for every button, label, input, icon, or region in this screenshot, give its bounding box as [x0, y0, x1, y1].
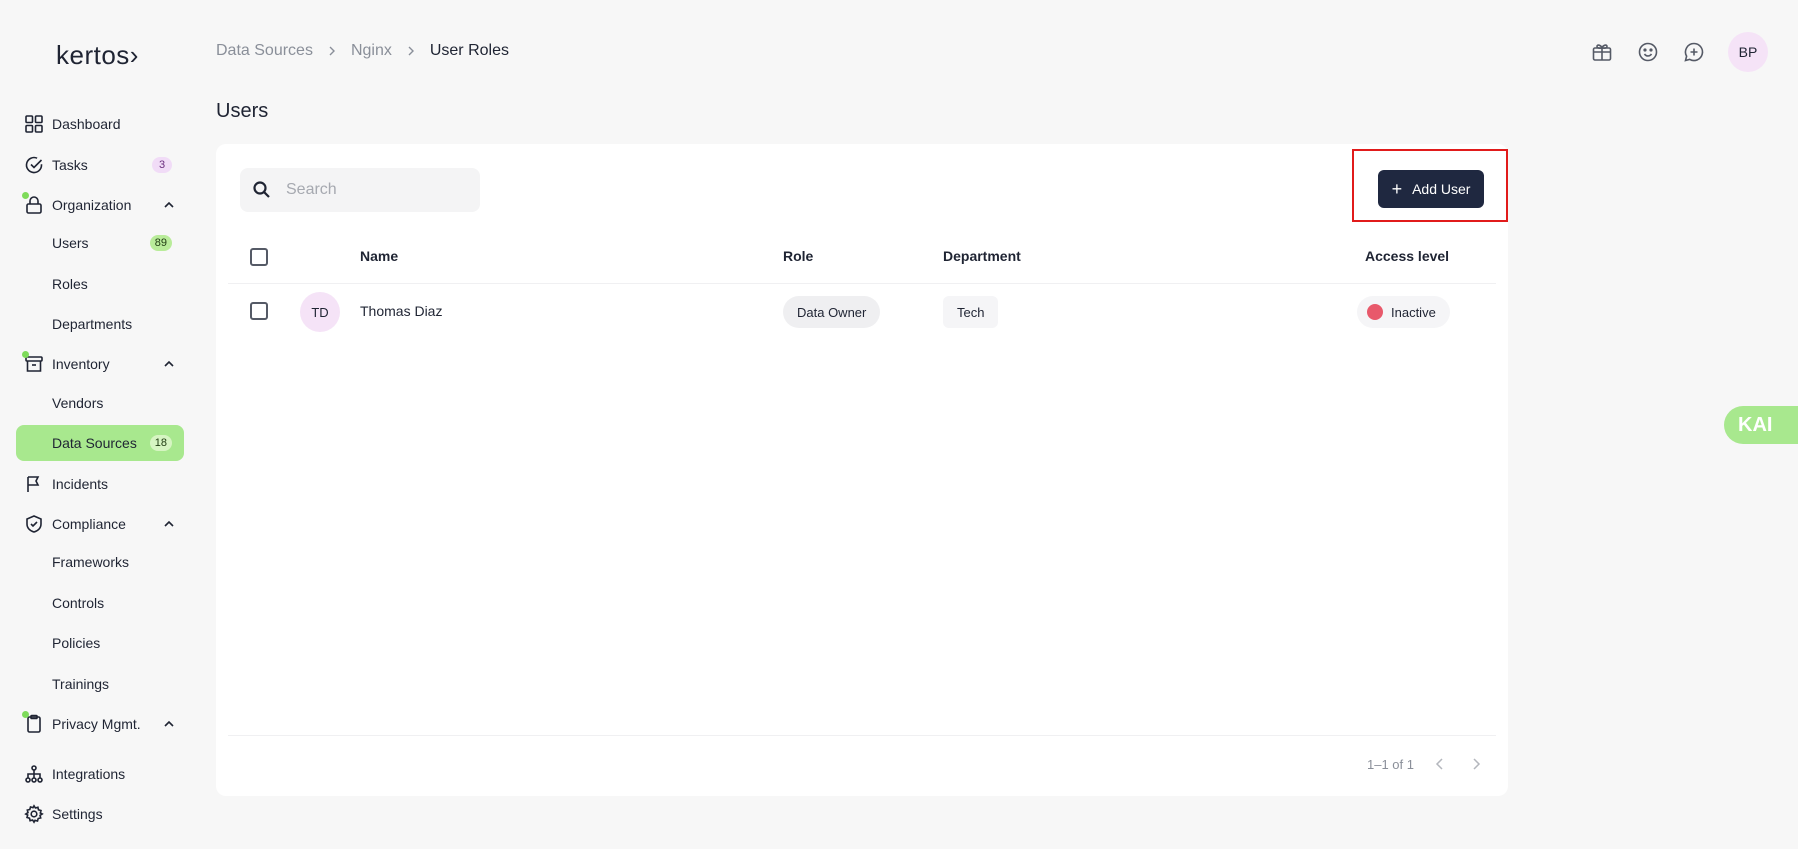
select-all-checkbox[interactable] — [250, 248, 268, 266]
inactive-status-dot — [1367, 304, 1383, 320]
row-avatar: TD — [300, 292, 340, 332]
plus-icon: + — [1391, 179, 1403, 199]
clipboard-icon — [22, 711, 44, 734]
archive-icon — [22, 351, 44, 374]
lock-icon — [22, 192, 44, 215]
prev-page-button[interactable] — [1430, 754, 1450, 774]
sidebar-item-inventory[interactable]: Inventory — [16, 346, 184, 382]
sidebar-item-label: Policies — [52, 635, 101, 651]
page-title: Users — [216, 100, 269, 122]
sidebar-item-organization[interactable]: Organization — [16, 187, 184, 223]
sidebar-item-label: Compliance — [52, 516, 126, 532]
department-chip: Tech — [943, 296, 999, 328]
sidebar-item-departments[interactable]: Departments — [16, 306, 184, 342]
sidebar: kertos› Dashboard Tasks 3 Organization U… — [0, 0, 200, 849]
shield-check-icon — [24, 514, 44, 534]
sidebar-item-compliance[interactable]: Compliance — [16, 506, 184, 542]
add-user-button[interactable]: + Add User — [1378, 170, 1484, 208]
sidebar-item-vendors[interactable]: Vendors — [16, 385, 184, 421]
tasks-count-badge: 3 — [152, 157, 172, 173]
sidebar-item-policies[interactable]: Policies — [16, 625, 184, 661]
data-sources-count-badge: 18 — [149, 435, 172, 451]
column-header-role[interactable]: Role — [783, 248, 813, 264]
sidebar-item-label: Users — [52, 235, 89, 251]
kai-assistant-button[interactable]: KAI — [1724, 406, 1798, 444]
network-icon — [24, 764, 44, 784]
sidebar-item-privacy-mgmt[interactable]: Privacy Mgmt. — [16, 706, 184, 742]
chevron-up-icon[interactable] — [162, 357, 176, 371]
sidebar-item-label: Integrations — [52, 766, 126, 782]
breadcrumb-nginx[interactable]: Nginx — [351, 42, 392, 60]
breadcrumb-data-sources[interactable]: Data Sources — [216, 42, 313, 60]
smiley-icon[interactable] — [1636, 40, 1660, 64]
sidebar-item-controls[interactable]: Controls — [16, 585, 184, 621]
search-box[interactable] — [240, 168, 480, 212]
footer-divider — [228, 735, 1496, 736]
sidebar-item-trainings[interactable]: Trainings — [16, 666, 184, 702]
column-header-access-level[interactable]: Access level — [1365, 248, 1449, 264]
sidebar-item-label: Privacy Mgmt. — [52, 716, 141, 732]
sidebar-item-label: Incidents — [52, 476, 109, 492]
chevron-left-icon — [1435, 758, 1443, 770]
sidebar-item-integrations[interactable]: Integrations — [16, 756, 184, 792]
pagination: 1–1 of 1 — [1367, 754, 1486, 774]
sidebar-item-frameworks[interactable]: Frameworks — [16, 544, 184, 580]
status-dot — [22, 192, 29, 199]
sidebar-item-label: Data Sources — [52, 435, 137, 451]
sidebar-item-data-sources[interactable]: Data Sources 18 — [16, 425, 184, 461]
sidebar-item-tasks[interactable]: Tasks 3 — [16, 147, 184, 183]
sidebar-item-settings[interactable]: Settings — [16, 796, 184, 832]
sidebar-item-label: Vendors — [52, 395, 104, 411]
flag-icon — [24, 474, 44, 494]
sidebar-item-label: Settings — [52, 806, 103, 822]
sidebar-item-label: Tasks — [52, 157, 88, 173]
dashboard-icon — [24, 114, 44, 134]
sidebar-item-label: Roles — [52, 276, 88, 292]
column-header-name[interactable]: Name — [360, 248, 398, 264]
row-checkbox[interactable] — [250, 302, 268, 320]
sidebar-item-label: Controls — [52, 595, 105, 611]
chevron-up-icon[interactable] — [162, 717, 176, 731]
sidebar-item-label: Trainings — [52, 676, 110, 692]
role-chip: Data Owner — [783, 296, 881, 328]
column-header-department[interactable]: Department — [943, 248, 1021, 264]
sidebar-item-incidents[interactable]: Incidents — [16, 466, 184, 502]
sidebar-item-roles[interactable]: Roles — [16, 266, 184, 302]
status-dot — [22, 351, 29, 358]
user-avatar[interactable]: BP — [1728, 32, 1768, 72]
gear-icon — [24, 804, 44, 824]
chevron-right-icon — [329, 46, 335, 56]
access-level-chip: Inactive — [1357, 296, 1450, 328]
gift-icon[interactable] — [1590, 40, 1614, 64]
sidebar-item-label: Frameworks — [52, 554, 130, 570]
header-actions: BP — [1590, 32, 1768, 72]
add-user-label: Add User — [1412, 181, 1471, 197]
sidebar-item-users[interactable]: Users 89 — [16, 225, 184, 261]
header-divider — [228, 283, 1496, 284]
pagination-range: 1–1 of 1 — [1367, 756, 1414, 772]
sidebar-item-dashboard[interactable]: Dashboard — [16, 106, 184, 142]
sidebar-item-label: Dashboard — [52, 116, 121, 132]
check-circle-icon — [24, 155, 44, 175]
chevron-right-icon — [408, 46, 414, 56]
breadcrumb: Data Sources Nginx User Roles — [216, 42, 509, 60]
kertos-logo[interactable]: kertos› — [56, 40, 139, 71]
users-card: + Add User Name Role Department Access l… — [216, 144, 1508, 796]
breadcrumb-user-roles: User Roles — [429, 42, 509, 59]
search-input[interactable] — [286, 181, 466, 199]
chevron-up-icon[interactable] — [162, 517, 176, 531]
sidebar-item-label: Organization — [52, 197, 132, 213]
search-icon — [253, 181, 270, 198]
chevron-right-icon — [1473, 758, 1481, 770]
chevron-up-icon[interactable] — [162, 198, 176, 212]
row-name: Thomas Diaz — [360, 303, 443, 319]
status-dot — [22, 711, 29, 718]
sidebar-item-label: Departments — [52, 316, 133, 332]
sidebar-item-label: Inventory — [52, 356, 110, 372]
next-page-button[interactable] — [1466, 754, 1486, 774]
access-level-label: Inactive — [1391, 304, 1436, 320]
chat-plus-icon[interactable] — [1682, 40, 1706, 64]
users-count-badge: 89 — [149, 235, 172, 251]
